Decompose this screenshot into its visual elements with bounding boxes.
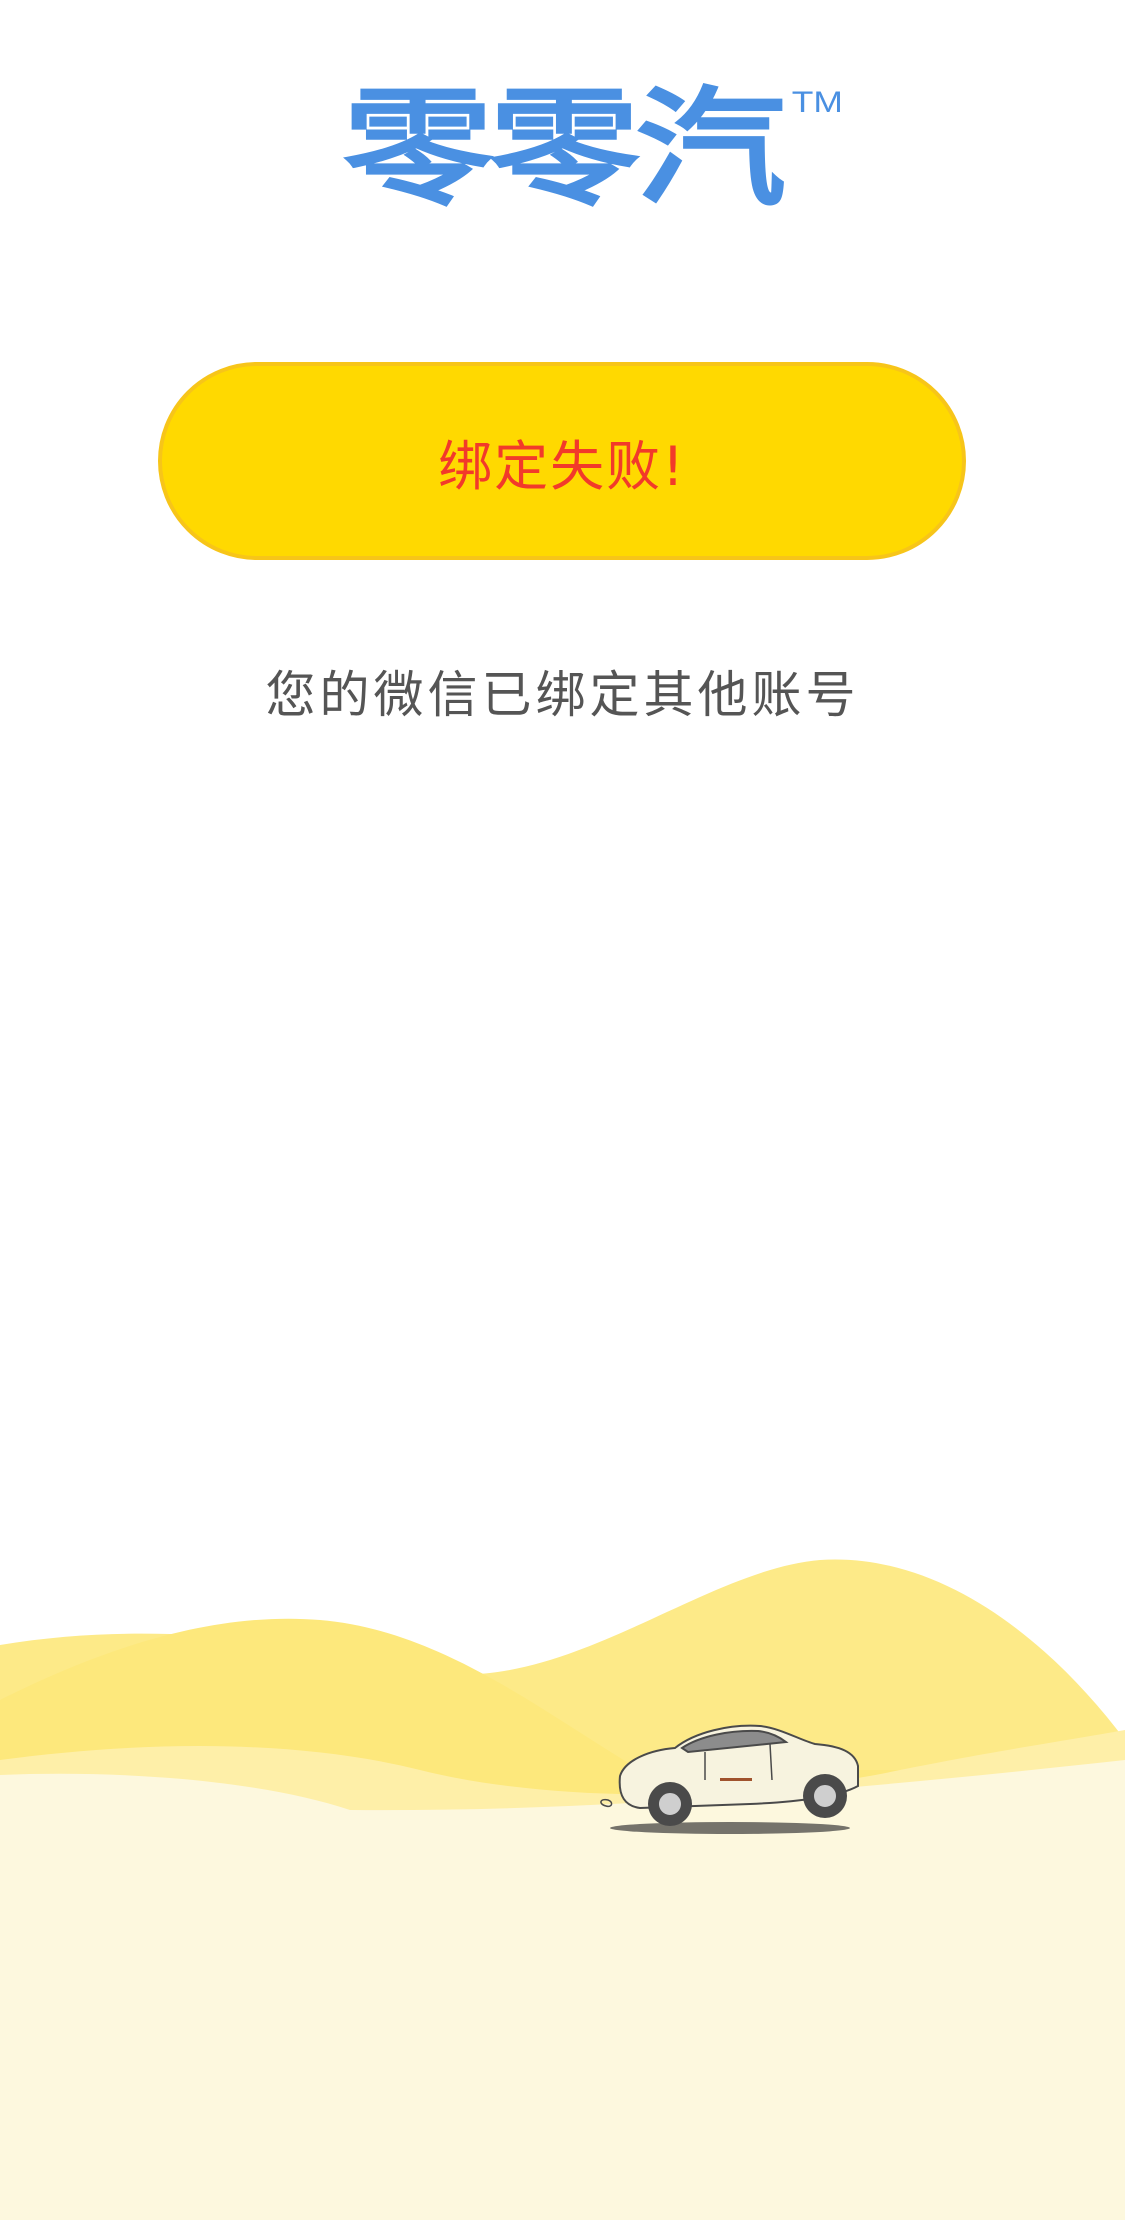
ground [0, 1760, 1125, 2220]
app-logo: 零零汽 TM [0, 80, 1125, 220]
bind-failed-label: 绑定失败! [438, 434, 686, 498]
logo-text: 零零汽 [343, 75, 787, 224]
bind-failed-banner: 绑定失败! [158, 362, 966, 560]
car-hills-illustration [0, 1559, 1125, 2220]
error-message: 您的微信已绑定其他账号 [265, 666, 860, 724]
trademark-mark: TM [792, 86, 844, 119]
logo-wordmark: 零零汽 TM [343, 80, 843, 220]
